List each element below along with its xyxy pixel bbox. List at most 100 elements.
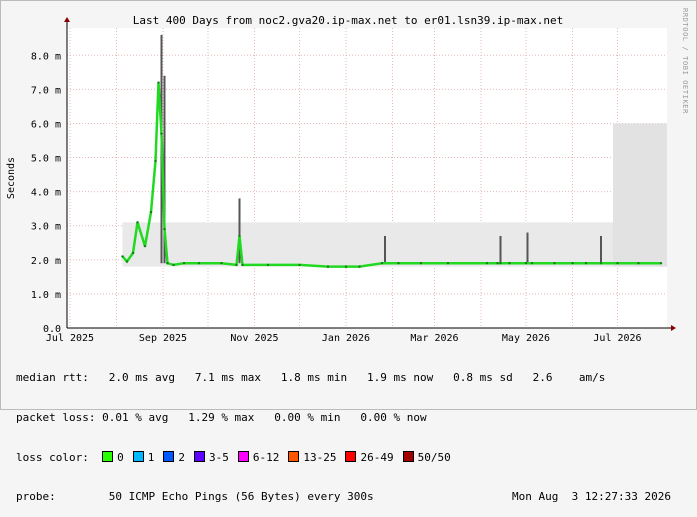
- probe-row: probe: 50 ICMP Echo Pings (56 Bytes) eve…: [16, 490, 686, 503]
- median-rtt-row: median rtt: 2.0 ms avg 7.1 ms max 1.8 ms…: [16, 371, 686, 384]
- loss-color-label-text: 26-49: [360, 450, 394, 464]
- median-point: [419, 262, 423, 265]
- median-point: [485, 262, 489, 265]
- plot-area: [67, 28, 667, 328]
- median-point: [326, 265, 330, 268]
- loss-color-item: 3-5: [193, 450, 229, 464]
- median-point: [530, 262, 534, 265]
- loss-color-label-text: 1: [147, 450, 155, 464]
- median-point: [157, 81, 160, 84]
- x-tick-label: Jul 2026: [593, 333, 641, 344]
- median-point: [380, 262, 384, 265]
- median-point: [298, 263, 301, 267]
- probe-description: 50 ICMP Echo Pings (56 Bytes) every 300s: [108, 490, 374, 504]
- x-tick-label: May 2026: [502, 333, 550, 344]
- median-point: [659, 262, 663, 265]
- median-point: [496, 262, 499, 265]
- loss-color-label: loss color:: [16, 450, 89, 464]
- y-tick-label: 3.0 m: [31, 222, 61, 233]
- median-point: [344, 265, 348, 268]
- median-point: [197, 262, 201, 265]
- median-point: [584, 262, 588, 265]
- median-point: [266, 263, 270, 267]
- median-point: [235, 263, 238, 267]
- probe-label: probe:: [16, 490, 56, 504]
- chart-title: Last 400 Days from noc2.gva20.ip-max.net…: [133, 14, 563, 27]
- loss-color-item: 0: [102, 450, 124, 464]
- y-tick-label: 2.0 m: [31, 256, 61, 267]
- loss-color-swatch: [237, 450, 249, 462]
- x-tick-label: Mar 2026: [410, 333, 458, 344]
- loss-color-swatch: [132, 450, 144, 462]
- loss-color-item: 1: [132, 450, 155, 464]
- median-point: [446, 262, 450, 265]
- loss-color-row: loss color: 0 1 2 3-5 6-12 13-25 26-49 50/50: [16, 450, 686, 464]
- median-point: [149, 210, 153, 214]
- median-point: [616, 262, 619, 265]
- median-rtt-values: 2.0 ms avg 7.1 ms max 1.8 ms min 1.9 ms …: [108, 371, 606, 385]
- median-point: [499, 262, 502, 265]
- y-tick-label: 4.0 m: [31, 188, 61, 199]
- loss-color-label-text: 50/50: [417, 450, 451, 464]
- y-tick-label: 1.0 m: [31, 290, 61, 301]
- x-tick-label: Nov 2025: [230, 333, 278, 344]
- loss-color-label-text: 13-25: [303, 450, 337, 464]
- loss-color-swatch: [345, 450, 357, 462]
- median-point: [143, 244, 147, 248]
- median-point: [220, 262, 223, 265]
- loss-color-item: 26-49: [345, 450, 394, 464]
- y-tick-label: 5.0 m: [31, 154, 61, 165]
- median-point: [166, 262, 169, 265]
- median-point: [182, 262, 186, 265]
- x-tick-label: Jan 2026: [322, 333, 370, 344]
- median-point: [553, 262, 556, 265]
- median-point: [508, 262, 511, 265]
- loss-color-swatch: [163, 450, 175, 462]
- median-point: [125, 260, 129, 263]
- y-tick-labels: 0.01.0 m2.0 m3.0 m4.0 m5.0 m6.0 m7.0 m8.…: [31, 51, 61, 335]
- median-point: [571, 262, 574, 265]
- smoke-band-area: [122, 222, 665, 267]
- x-tick-label: Sep 2025: [139, 333, 187, 344]
- timestamp: Mon Aug 3 12:27:33 2026: [512, 490, 671, 504]
- smoke-band-high-region: [613, 123, 667, 267]
- median-point: [160, 132, 163, 135]
- loss-color-swatch: [193, 450, 205, 462]
- median-point: [121, 255, 124, 258]
- loss-color-item: 50/50: [402, 450, 451, 464]
- stats-panel: median rtt: 2.0 ms avg 7.1 ms max 1.8 ms…: [16, 345, 686, 517]
- median-point: [637, 262, 640, 265]
- median-point: [397, 262, 400, 265]
- median-point: [131, 251, 135, 255]
- loss-color-label-text: 2: [178, 450, 185, 464]
- loss-color-swatch: [288, 450, 300, 462]
- y-axis-label: Seconds: [6, 157, 17, 199]
- packet-loss-label: packet loss:: [16, 411, 96, 424]
- median-point: [136, 221, 139, 224]
- median-point: [599, 262, 603, 265]
- y-tick-label: 8.0 m: [31, 51, 61, 62]
- loss-color-label-text: 6-12: [252, 450, 280, 464]
- median-point: [524, 262, 528, 265]
- rrdtool-credit: RRDTOOL / TOBI OETIKER: [681, 8, 689, 114]
- packet-loss-row: packet loss: 0.01 % avg 1.29 % max 0.00 …: [16, 411, 686, 424]
- median-point: [241, 263, 244, 267]
- median-point: [154, 159, 157, 163]
- loss-color-legend: 0 1 2 3-5 6-12 13-25 26-49 50/50: [102, 450, 460, 464]
- y-tick-label: 7.0 m: [31, 85, 61, 96]
- median-point: [163, 227, 166, 231]
- median-point: [238, 234, 241, 238]
- loss-color-label-text: 0: [117, 450, 124, 464]
- packet-loss-values: 0.01 % avg 1.29 % max 0.00 % min 0.00 % …: [102, 411, 427, 424]
- median-point: [172, 263, 175, 267]
- x-tick-label: Jul 2025: [46, 333, 94, 344]
- median-rtt-label: median rtt:: [16, 371, 89, 385]
- loss-color-item: 2: [163, 450, 185, 464]
- loss-color-item: 6-12: [237, 450, 280, 464]
- loss-color-label-text: 3-5: [208, 450, 229, 464]
- loss-color-swatch: [102, 450, 114, 462]
- loss-color-swatch: [402, 450, 414, 462]
- loss-color-item: 13-25: [288, 450, 337, 464]
- median-point: [358, 265, 361, 268]
- y-tick-label: 6.0 m: [31, 119, 61, 130]
